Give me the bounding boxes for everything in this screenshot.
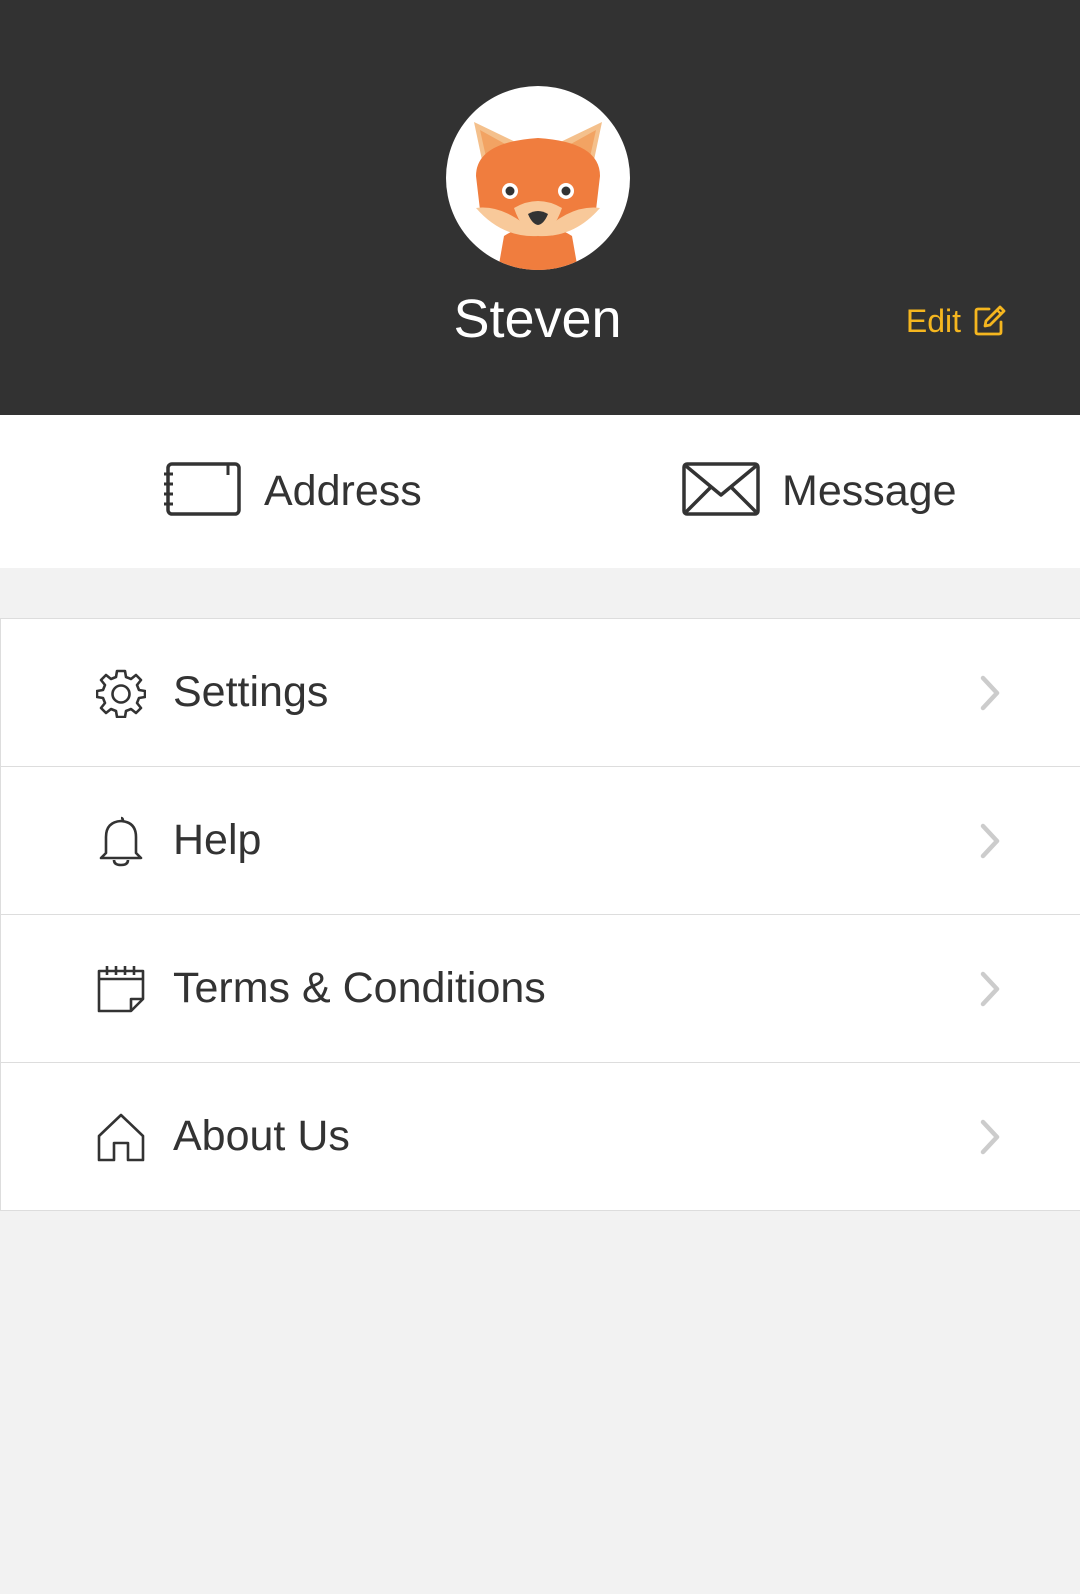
calendar-note-icon [96, 964, 146, 1014]
quick-actions-bar: Address Message [0, 415, 1080, 568]
message-button[interactable]: Message [682, 415, 956, 568]
chevron-right-icon [978, 673, 1002, 713]
address-book-icon [162, 461, 242, 522]
chevron-right-icon [978, 969, 1002, 1009]
message-label: Message [782, 467, 957, 515]
menu-item-about[interactable]: About Us [0, 1062, 1080, 1211]
avatar[interactable] [446, 86, 630, 270]
profile-header: Steven Edit [0, 0, 1080, 415]
address-button[interactable]: Address [162, 415, 422, 568]
menu-item-help[interactable]: Help [0, 766, 1080, 915]
menu-label-help: Help [173, 816, 262, 864]
home-icon [96, 1112, 146, 1162]
edit-icon [973, 305, 1007, 337]
menu-label-about: About Us [173, 1112, 350, 1160]
menu-label-terms: Terms & Conditions [173, 964, 546, 1012]
chevron-right-icon [978, 1117, 1002, 1157]
edit-profile-button[interactable]: Edit [906, 300, 1007, 342]
chevron-right-icon [978, 821, 1002, 861]
edit-label: Edit [905, 303, 961, 339]
gear-icon [96, 668, 146, 718]
menu-list: Settings Help Terms & Conditions About U… [0, 618, 1080, 1211]
address-label: Address [264, 467, 422, 515]
menu-item-terms[interactable]: Terms & Conditions [0, 914, 1080, 1063]
bell-icon [96, 816, 146, 866]
fox-avatar-icon [474, 122, 602, 270]
menu-label-settings: Settings [173, 668, 329, 716]
envelope-icon [682, 461, 760, 522]
menu-item-settings[interactable]: Settings [0, 618, 1080, 767]
